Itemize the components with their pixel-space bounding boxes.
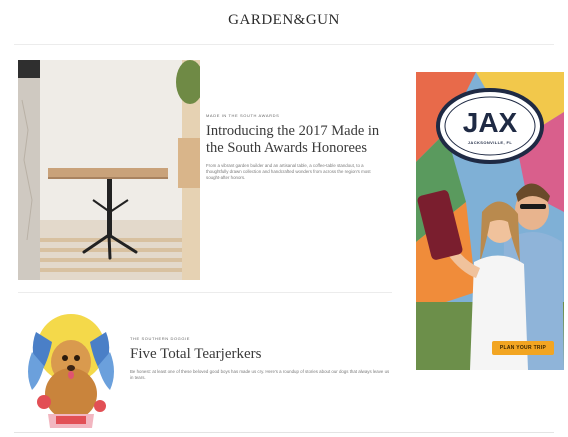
article-divider [18,292,392,293]
article-2-title[interactable]: Five Total Tearjerkers [130,345,390,363]
ad-badge-label: JAX [462,107,518,138]
article-2-kicker[interactable]: THE SOUTHERN DOGGIE [130,335,390,343]
article-1-title[interactable]: Introducing the 2017 Made in the South A… [206,123,386,157]
article-2: THE SOUTHERN DOGGIE Five Total Tearjerke… [130,335,390,381]
ad-badge-sublabel: JACKSONVILLE, FL [467,140,513,145]
page: GARDEN&GUN MADE IN THE SOUTH AWARDS Intr… [0,0,568,437]
article-2-image[interactable] [18,302,124,430]
jax-advertisement[interactable]: JAX JACKSONVILLE, FL PLAN YOUR TRIP [416,72,564,370]
site-header: GARDEN&GUN [14,0,554,45]
dog-illustration-graphic [18,302,124,430]
article-2-blurb: Be honest: at least one of these beloved… [130,369,390,380]
article-1-blurb: From a vibrant garden builder and an art… [206,163,371,180]
site-logo[interactable]: GARDEN&GUN [228,12,340,29]
ad-cta-button[interactable]: PLAN YOUR TRIP [492,341,554,355]
article-1-kicker[interactable]: MADE IN THE SOUTH AWARDS [206,112,386,120]
bottom-rule [14,432,554,433]
table-photo-graphic [18,60,200,280]
article-1-image[interactable] [18,60,200,280]
article-1: MADE IN THE SOUTH AWARDS Introducing the… [206,112,386,181]
